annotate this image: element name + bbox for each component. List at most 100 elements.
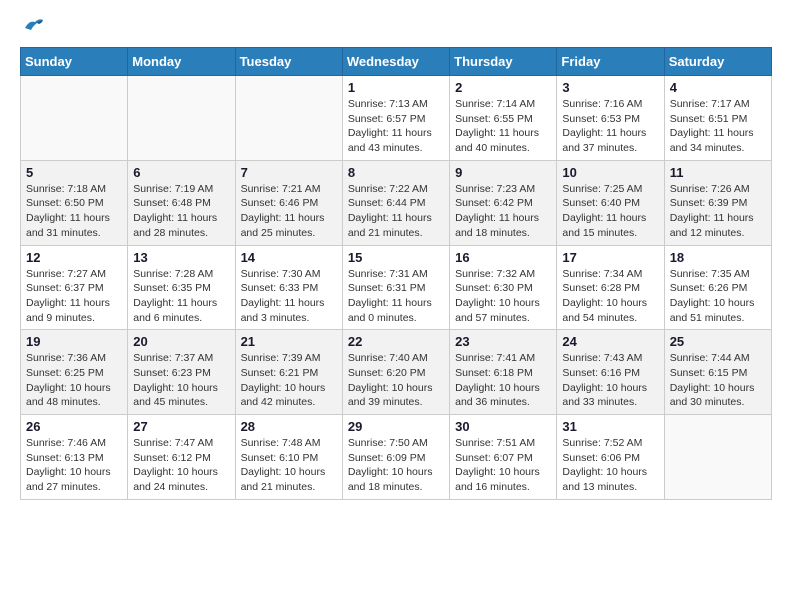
day-number: 27 bbox=[133, 419, 229, 434]
day-number: 26 bbox=[26, 419, 122, 434]
day-info: Sunrise: 7:31 AM Sunset: 6:31 PM Dayligh… bbox=[348, 267, 444, 326]
calendar-day-cell: 21Sunrise: 7:39 AM Sunset: 6:21 PM Dayli… bbox=[235, 330, 342, 415]
calendar-day-cell: 24Sunrise: 7:43 AM Sunset: 6:16 PM Dayli… bbox=[557, 330, 664, 415]
day-number: 23 bbox=[455, 334, 551, 349]
calendar-header-wednesday: Wednesday bbox=[342, 48, 449, 76]
calendar-day-cell: 31 Sunrise: 7:52 AM Sunset: 6:06 PM Dayli… bbox=[557, 415, 664, 500]
calendar-day-cell bbox=[664, 415, 771, 500]
day-number: 28 bbox=[241, 419, 337, 434]
day-info: Sunrise: 7:32 AM Sunset: 6:30 PM Dayligh… bbox=[455, 267, 551, 326]
day-number: 18 bbox=[670, 250, 766, 265]
day-number: 6 bbox=[133, 165, 229, 180]
calendar-day-cell: 12 Sunrise: 7:27 AM Sunset: 6:37 PM Dayli… bbox=[21, 245, 128, 330]
day-info: Sunrise: 7:19 AM Sunset: 6:48 PM Dayligh… bbox=[133, 182, 229, 241]
calendar-day-cell: 10 Sunrise: 7:25 AM Sunset: 6:40 PM Dayli… bbox=[557, 160, 664, 245]
day-number: 22 bbox=[348, 334, 444, 349]
day-info: Sunrise: 7:13 AM Sunset: 6:57 PM Dayligh… bbox=[348, 97, 444, 156]
calendar-week-row: 5 Sunrise: 7:18 AM Sunset: 6:50 PM Daylig… bbox=[21, 160, 772, 245]
day-info: Sunrise: 7:47 AM Sunset: 6:12 PM Dayligh… bbox=[133, 436, 229, 495]
day-info: Sunrise: 7:25 AM Sunset: 6:40 PM Dayligh… bbox=[562, 182, 658, 241]
day-number: 21 bbox=[241, 334, 337, 349]
day-info: Sunrise: 7:28 AM Sunset: 6:35 PM Dayligh… bbox=[133, 267, 229, 326]
calendar-day-cell: 18 Sunrise: 7:35 AM Sunset: 6:26 PM Dayli… bbox=[664, 245, 771, 330]
day-number: 15 bbox=[348, 250, 444, 265]
calendar-day-cell: 4 Sunrise: 7:17 AM Sunset: 6:51 PM Daylig… bbox=[664, 76, 771, 161]
day-number: 19 bbox=[26, 334, 122, 349]
calendar-day-cell: 20 Sunrise: 7:37 AM Sunset: 6:23 PM Dayli… bbox=[128, 330, 235, 415]
day-info: Sunrise: 7:44 AM Sunset: 6:15 PM Dayligh… bbox=[670, 351, 766, 410]
calendar-header-sunday: Sunday bbox=[21, 48, 128, 76]
calendar-day-cell: 3Sunrise: 7:16 AM Sunset: 6:53 PM Daylig… bbox=[557, 76, 664, 161]
calendar-table: SundayMondayTuesdayWednesdayThursdayFrid… bbox=[20, 47, 772, 500]
calendar-day-cell: 28 Sunrise: 7:48 AM Sunset: 6:10 PM Dayli… bbox=[235, 415, 342, 500]
day-number: 7 bbox=[241, 165, 337, 180]
day-info: Sunrise: 7:22 AM Sunset: 6:44 PM Dayligh… bbox=[348, 182, 444, 241]
day-info: Sunrise: 7:34 AM Sunset: 6:28 PM Dayligh… bbox=[562, 267, 658, 326]
calendar-header-row: SundayMondayTuesdayWednesdayThursdayFrid… bbox=[21, 48, 772, 76]
calendar-day-cell: 1Sunrise: 7:13 AM Sunset: 6:57 PM Daylig… bbox=[342, 76, 449, 161]
calendar-day-cell: 13 Sunrise: 7:28 AM Sunset: 6:35 PM Dayli… bbox=[128, 245, 235, 330]
calendar-day-cell: 30 Sunrise: 7:51 AM Sunset: 6:07 PM Dayli… bbox=[450, 415, 557, 500]
day-info: Sunrise: 7:51 AM Sunset: 6:07 PM Dayligh… bbox=[455, 436, 551, 495]
day-number: 25 bbox=[670, 334, 766, 349]
day-info: Sunrise: 7:52 AM Sunset: 6:06 PM Dayligh… bbox=[562, 436, 658, 495]
day-info: Sunrise: 7:17 AM Sunset: 6:51 PM Dayligh… bbox=[670, 97, 766, 156]
day-number: 10 bbox=[562, 165, 658, 180]
calendar-day-cell: 7 Sunrise: 7:21 AM Sunset: 6:46 PM Daylig… bbox=[235, 160, 342, 245]
calendar-day-cell: 9Sunrise: 7:23 AM Sunset: 6:42 PM Daylig… bbox=[450, 160, 557, 245]
day-info: Sunrise: 7:21 AM Sunset: 6:46 PM Dayligh… bbox=[241, 182, 337, 241]
day-number: 31 bbox=[562, 419, 658, 434]
calendar-week-row: 1Sunrise: 7:13 AM Sunset: 6:57 PM Daylig… bbox=[21, 76, 772, 161]
day-info: Sunrise: 7:27 AM Sunset: 6:37 PM Dayligh… bbox=[26, 267, 122, 326]
calendar-day-cell: 26 Sunrise: 7:46 AM Sunset: 6:13 PM Dayli… bbox=[21, 415, 128, 500]
day-info: Sunrise: 7:50 AM Sunset: 6:09 PM Dayligh… bbox=[348, 436, 444, 495]
day-info: Sunrise: 7:36 AM Sunset: 6:25 PM Dayligh… bbox=[26, 351, 122, 410]
calendar-week-row: 12 Sunrise: 7:27 AM Sunset: 6:37 PM Dayli… bbox=[21, 245, 772, 330]
day-info: Sunrise: 7:46 AM Sunset: 6:13 PM Dayligh… bbox=[26, 436, 122, 495]
day-number: 17 bbox=[562, 250, 658, 265]
day-info: Sunrise: 7:41 AM Sunset: 6:18 PM Dayligh… bbox=[455, 351, 551, 410]
calendar-day-cell: 19 Sunrise: 7:36 AM Sunset: 6:25 PM Dayli… bbox=[21, 330, 128, 415]
calendar-day-cell: 8Sunrise: 7:22 AM Sunset: 6:44 PM Daylig… bbox=[342, 160, 449, 245]
calendar-day-cell: 15 Sunrise: 7:31 AM Sunset: 6:31 PM Dayli… bbox=[342, 245, 449, 330]
calendar-day-cell: 17 Sunrise: 7:34 AM Sunset: 6:28 PM Dayli… bbox=[557, 245, 664, 330]
day-number: 9 bbox=[455, 165, 551, 180]
calendar-day-cell: 23 Sunrise: 7:41 AM Sunset: 6:18 PM Dayli… bbox=[450, 330, 557, 415]
calendar-day-cell: 6 Sunrise: 7:19 AM Sunset: 6:48 PM Daylig… bbox=[128, 160, 235, 245]
calendar-day-cell bbox=[128, 76, 235, 161]
day-info: Sunrise: 7:48 AM Sunset: 6:10 PM Dayligh… bbox=[241, 436, 337, 495]
calendar-day-cell: 25 Sunrise: 7:44 AM Sunset: 6:15 PM Dayli… bbox=[664, 330, 771, 415]
day-number: 16 bbox=[455, 250, 551, 265]
calendar-week-row: 19 Sunrise: 7:36 AM Sunset: 6:25 PM Dayli… bbox=[21, 330, 772, 415]
day-info: Sunrise: 7:37 AM Sunset: 6:23 PM Dayligh… bbox=[133, 351, 229, 410]
day-number: 30 bbox=[455, 419, 551, 434]
day-info: Sunrise: 7:18 AM Sunset: 6:50 PM Dayligh… bbox=[26, 182, 122, 241]
calendar-day-cell: 14Sunrise: 7:30 AM Sunset: 6:33 PM Dayli… bbox=[235, 245, 342, 330]
calendar-day-cell: 5 Sunrise: 7:18 AM Sunset: 6:50 PM Daylig… bbox=[21, 160, 128, 245]
day-info: Sunrise: 7:35 AM Sunset: 6:26 PM Dayligh… bbox=[670, 267, 766, 326]
day-number: 29 bbox=[348, 419, 444, 434]
calendar-day-cell bbox=[235, 76, 342, 161]
calendar-day-cell: 11Sunrise: 7:26 AM Sunset: 6:39 PM Dayli… bbox=[664, 160, 771, 245]
calendar-header-thursday: Thursday bbox=[450, 48, 557, 76]
day-number: 5 bbox=[26, 165, 122, 180]
page-header bbox=[20, 20, 772, 37]
day-info: Sunrise: 7:14 AM Sunset: 6:55 PM Dayligh… bbox=[455, 97, 551, 156]
logo-bird-icon bbox=[23, 16, 45, 37]
calendar-day-cell: 2 Sunrise: 7:14 AM Sunset: 6:55 PM Daylig… bbox=[450, 76, 557, 161]
calendar-header-monday: Monday bbox=[128, 48, 235, 76]
day-number: 24 bbox=[562, 334, 658, 349]
day-number: 11 bbox=[670, 165, 766, 180]
day-number: 12 bbox=[26, 250, 122, 265]
day-number: 14 bbox=[241, 250, 337, 265]
day-number: 2 bbox=[455, 80, 551, 95]
calendar-day-cell: 16 Sunrise: 7:32 AM Sunset: 6:30 PM Dayli… bbox=[450, 245, 557, 330]
calendar-week-row: 26 Sunrise: 7:46 AM Sunset: 6:13 PM Dayli… bbox=[21, 415, 772, 500]
day-number: 3 bbox=[562, 80, 658, 95]
logo bbox=[20, 20, 45, 37]
day-number: 13 bbox=[133, 250, 229, 265]
calendar-day-cell bbox=[21, 76, 128, 161]
calendar-header-tuesday: Tuesday bbox=[235, 48, 342, 76]
day-number: 4 bbox=[670, 80, 766, 95]
day-number: 20 bbox=[133, 334, 229, 349]
